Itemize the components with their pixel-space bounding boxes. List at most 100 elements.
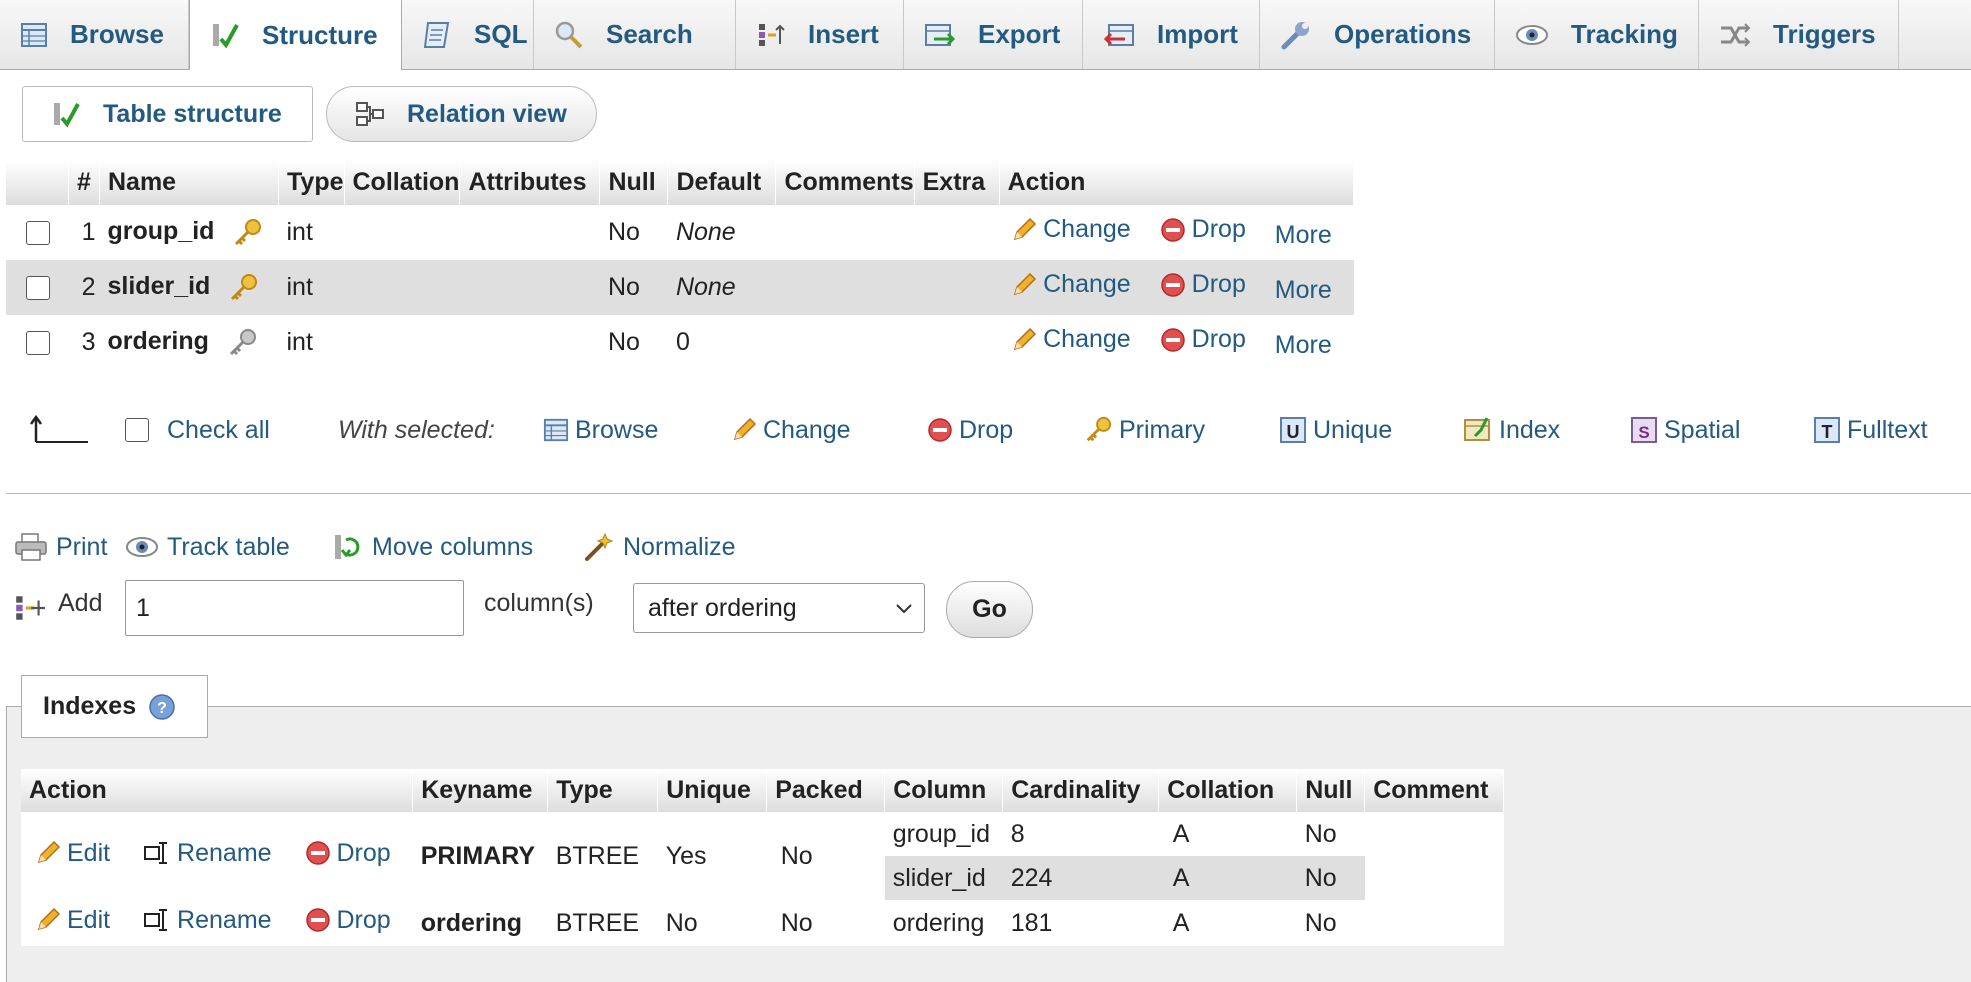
go-button[interactable]: Go [946,581,1033,638]
column-type: int [286,328,313,356]
move-columns-link[interactable]: Move columns [332,528,533,566]
svg-text:?: ? [157,700,167,717]
index-null: No [1296,856,1365,900]
eye-icon [126,537,158,557]
tab-insert[interactable]: Insert [736,0,904,69]
index-cardinality: 8 [1010,819,1025,848]
header-extra[interactable]: Extra [914,160,1000,205]
more-button[interactable]: More [1275,221,1332,250]
check-all-checkbox[interactable] [125,418,149,442]
tab-search[interactable]: Search [534,0,736,69]
more-button[interactable]: More [1275,331,1332,360]
drop-button[interactable]: Drop [1160,270,1246,299]
index-rename-button[interactable]: Rename [143,906,272,935]
with-selected-label: With selected: [338,415,495,444]
top-tab-bar: Browse Structure SQL Search Insert Expor… [0,0,1971,70]
more-button[interactable]: More [1275,276,1332,305]
row-checkbox[interactable] [26,331,50,356]
subtab-relation-view[interactable]: Relation view [326,86,597,142]
tab-sql[interactable]: SQL [402,0,534,69]
index-row: Edit Rename Drop ordering BTREE No No or… [21,900,1504,946]
subtab-label: Table structure [103,99,282,128]
index-keyname: PRIMARY [420,841,536,870]
tab-triggers[interactable]: Triggers [1699,0,1899,69]
drop-button[interactable]: Drop [1160,215,1246,244]
tab-label: Browse [70,19,164,49]
sql-icon [423,21,450,48]
change-button[interactable]: Change [1011,215,1131,244]
index-null: No [1304,908,1337,937]
bulk-change-button[interactable]: Change [731,410,851,450]
pencil-icon [1014,272,1037,295]
tab-browse[interactable]: Browse [0,0,189,69]
structure-row: 3 ordering int No 0 Change Drop More [6,315,1354,370]
subtab-table-structure[interactable]: Table structure [22,86,313,142]
bulk-unique-button[interactable]: U Unique [1279,410,1392,450]
column-position-select[interactable]: after ordering [633,583,925,633]
pencil-icon [37,841,61,864]
tab-tracking[interactable]: Tracking [1495,0,1699,69]
bulk-fulltext-button[interactable]: T Fulltext [1813,410,1928,450]
track-table-link[interactable]: Track table [125,528,290,566]
index-row: Edit Rename Drop PRIMARY BTREE Yes No gr… [21,812,1504,870]
add-label: Add [58,589,103,617]
row-checkbox[interactable] [26,221,50,246]
row-checkbox[interactable] [26,276,50,301]
fulltext-icon: T [1814,417,1840,443]
index-collation: A [1158,856,1297,900]
svg-text:U: U [1287,422,1300,442]
browse-icon [21,22,47,47]
structure-row: 1 group_id int No None Change Drop More [6,205,1354,260]
idx-header-cardinality: Cardinality [1002,769,1160,812]
bulk-primary-button[interactable]: Primary [1083,410,1205,450]
index-column: slider_id [884,856,1003,900]
column-null: No [599,260,668,315]
print-link[interactable]: Print [14,528,107,566]
tab-export[interactable]: Export [904,0,1083,69]
index-packed: No [780,908,813,937]
index-column: ordering [892,908,985,937]
triggers-icon [1721,22,1751,47]
bulk-browse-button[interactable]: Browse [543,410,658,450]
primary-key-icon [1086,416,1112,442]
index-type: BTREE [555,908,640,937]
header-type[interactable]: Type [278,160,345,205]
check-all[interactable]: Check all [125,410,270,450]
bulk-index-button[interactable]: Index [1463,410,1560,450]
tab-structure[interactable]: Structure [189,0,402,70]
structure-icon [213,24,239,49]
header-null[interactable]: Null [599,160,669,205]
drop-icon [1160,218,1185,242]
change-button[interactable]: Change [1011,270,1131,299]
drop-icon [305,908,330,932]
index-drop-button[interactable]: Drop [305,839,391,868]
index-edit-button[interactable]: Edit [35,906,110,935]
index-drop-button[interactable]: Drop [305,906,391,935]
drop-icon [1160,273,1185,297]
drop-icon [305,841,330,865]
tab-operations[interactable]: Operations [1260,0,1495,69]
index-keyname: ordering [420,908,523,937]
eye-icon [1516,24,1548,45]
structure-table: # Name Type Collation Attributes Null De… [6,160,1355,370]
index-rename-button[interactable]: Rename [143,839,272,868]
row-num: 2 [68,260,100,315]
drop-button[interactable]: Drop [1160,325,1246,354]
header-collation[interactable]: Collation [344,160,461,205]
indexes-title: Indexes [43,692,137,720]
bulk-spatial-button[interactable]: S Spatial [1630,410,1740,450]
header-default[interactable]: Default [667,160,777,205]
help-icon[interactable]: ? [148,693,176,721]
header-attributes[interactable]: Attributes [459,160,601,205]
header-comments[interactable]: Comments [775,160,915,205]
bulk-drop-button[interactable]: Drop [927,410,1013,450]
normalize-link[interactable]: Normalize [583,528,736,566]
header-name[interactable]: Name [99,160,279,205]
column-default: None [667,260,776,315]
export-icon [925,23,956,46]
change-button[interactable]: Change [1011,325,1131,354]
add-columns-count-input[interactable]: 1 [125,580,464,636]
tab-import[interactable]: Import [1083,0,1260,69]
pencil-icon [1014,217,1037,240]
index-edit-button[interactable]: Edit [35,839,110,868]
